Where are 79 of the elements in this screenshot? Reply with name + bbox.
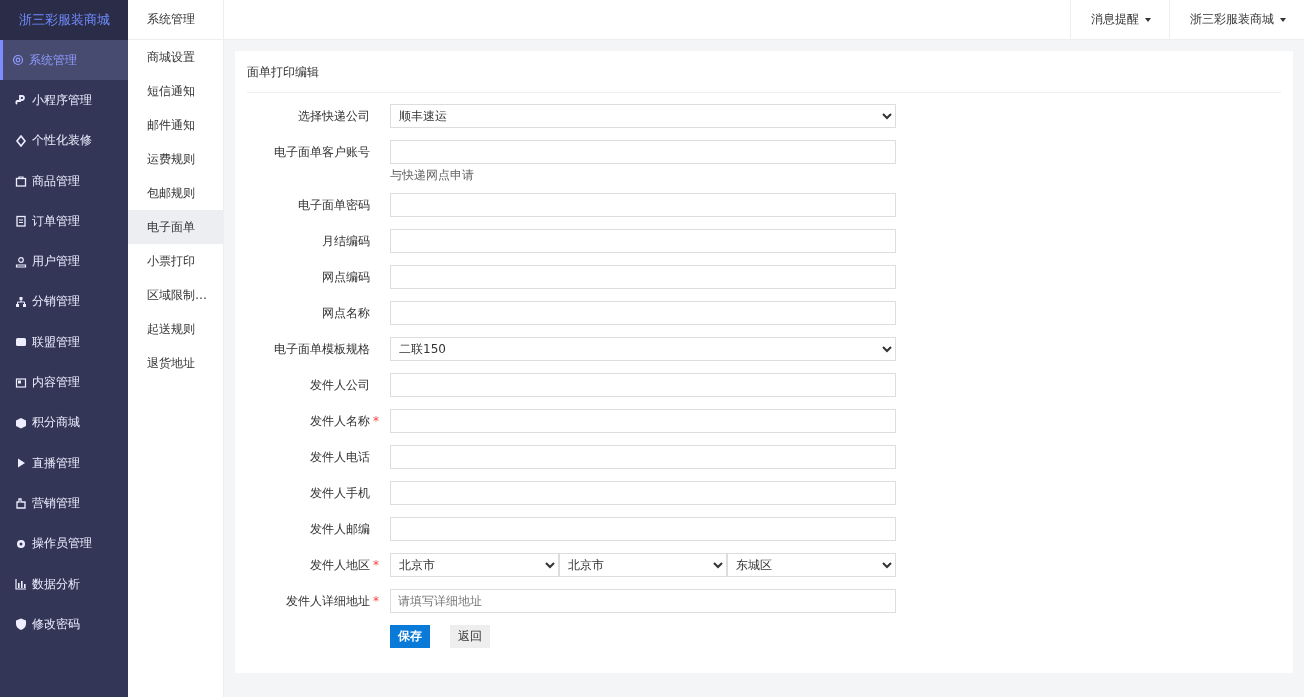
field-label: 发件人邮编 [310, 521, 370, 538]
brand-title: 浙三彩服装商城 [0, 0, 128, 40]
play-icon [15, 457, 27, 470]
clipboard-icon [15, 215, 27, 228]
dropdown-menu[interactable]: 浙三彩服装商城 [1169, 0, 1304, 39]
select-field[interactable]: 顺丰速运 [390, 104, 896, 128]
submenu-item[interactable]: 小票打印 [128, 244, 223, 278]
submenu-item[interactable]: 区域限制… [128, 278, 223, 312]
select-field[interactable]: 北京市 [558, 553, 728, 577]
input-field[interactable]: 请填写详细地址 [390, 589, 896, 613]
field-label: 电子面单密码 [298, 197, 370, 214]
sidebar-item[interactable]: 用户管理 [0, 241, 128, 282]
field-label: 电子面单模板规格 [274, 341, 370, 358]
input-field[interactable] [390, 229, 896, 253]
select-field[interactable]: 二联150 [390, 337, 896, 361]
sidebar-item[interactable]: 分销管理 [0, 281, 128, 323]
field-label: 发件人详细地址 [286, 593, 370, 610]
required-mark: * [373, 593, 380, 610]
sidebar-item[interactable]: 修改密码 [0, 604, 128, 645]
submenu-item[interactable]: 运费规则 [128, 142, 223, 176]
sidebar-item[interactable]: 积分商城 [0, 402, 128, 443]
sidebar-item[interactable]: 数据分析 [0, 563, 128, 605]
required-mark: * [373, 413, 380, 430]
user-icon [15, 255, 27, 268]
input-field[interactable] [390, 481, 896, 505]
submenu-item[interactable]: 短信通知 [128, 74, 223, 108]
field-hint: 与快递网点申请 [390, 167, 475, 184]
caret-icon [1280, 17, 1286, 22]
save-button[interactable]: 保存 [390, 625, 430, 648]
field-label: 发件人手机 [310, 485, 370, 502]
field-label: 发件人地区 [310, 557, 370, 574]
sidebar-item[interactable]: 内容管理 [0, 362, 128, 403]
sidebar-item[interactable]: 订单管理 [0, 201, 128, 242]
sidebar-item[interactable]: 直播管理 [0, 442, 128, 484]
required-mark: * [373, 557, 380, 574]
input-field[interactable] [390, 140, 896, 164]
sidebar-item[interactable]: 营销管理 [0, 483, 128, 524]
submenu-item[interactable]: 电子面单 [128, 210, 223, 244]
field-label: 网点编码 [322, 269, 370, 286]
hierarchy-icon [15, 295, 27, 308]
submenu-item[interactable]: 退货地址 [128, 346, 223, 380]
sidebar-item[interactable]: 个性化装修 [0, 120, 128, 161]
field-label: 电子面单客户账号 [274, 144, 370, 161]
shield-icon [15, 618, 27, 631]
document-icon [15, 376, 27, 389]
input-field[interactable] [390, 409, 896, 433]
select-field[interactable]: 东城区 [727, 553, 896, 577]
field-label: 发件人名称 [310, 413, 370, 430]
submenu-title: 系统管理 [128, 0, 223, 40]
bag-icon [15, 175, 27, 188]
field-label: 选择快递公司 [298, 108, 370, 125]
field-label: 发件人公司 [310, 377, 370, 394]
link-icon [15, 94, 27, 107]
caret-icon [1145, 17, 1151, 22]
sidebar-item[interactable]: 操作员管理 [0, 523, 128, 564]
input-field[interactable] [390, 193, 896, 217]
select-field[interactable]: 北京市 [390, 553, 559, 577]
dropdown-menu[interactable]: 消息提醒 [1070, 0, 1169, 39]
input-field[interactable] [390, 301, 896, 325]
store-icon [15, 336, 27, 349]
sidebar-item[interactable]: 联盟管理 [0, 322, 128, 363]
submenu-item[interactable]: 商城设置 [128, 40, 223, 74]
input-field[interactable] [390, 265, 896, 289]
field-label: 月结编码 [322, 233, 370, 250]
submenu-item[interactable]: 起送规则 [128, 312, 223, 346]
submenu-item[interactable]: 包邮规则 [128, 176, 223, 210]
field-label: 网点名称 [322, 305, 370, 322]
input-field[interactable] [390, 517, 896, 541]
diamond-icon [15, 134, 27, 147]
input-field[interactable] [390, 373, 896, 397]
card-title: 面单打印编辑 [247, 51, 1281, 93]
submenu-item[interactable]: 邮件通知 [128, 108, 223, 142]
sidebar-item[interactable]: 商品管理 [0, 160, 128, 202]
cube-icon [15, 416, 27, 429]
field-label: 发件人电话 [310, 449, 370, 466]
sidebar-item[interactable]: 小程序管理 [0, 80, 128, 121]
back-button[interactable]: 返回 [450, 625, 490, 648]
bar-chart-icon [15, 578, 27, 590]
input-field[interactable] [390, 445, 896, 469]
